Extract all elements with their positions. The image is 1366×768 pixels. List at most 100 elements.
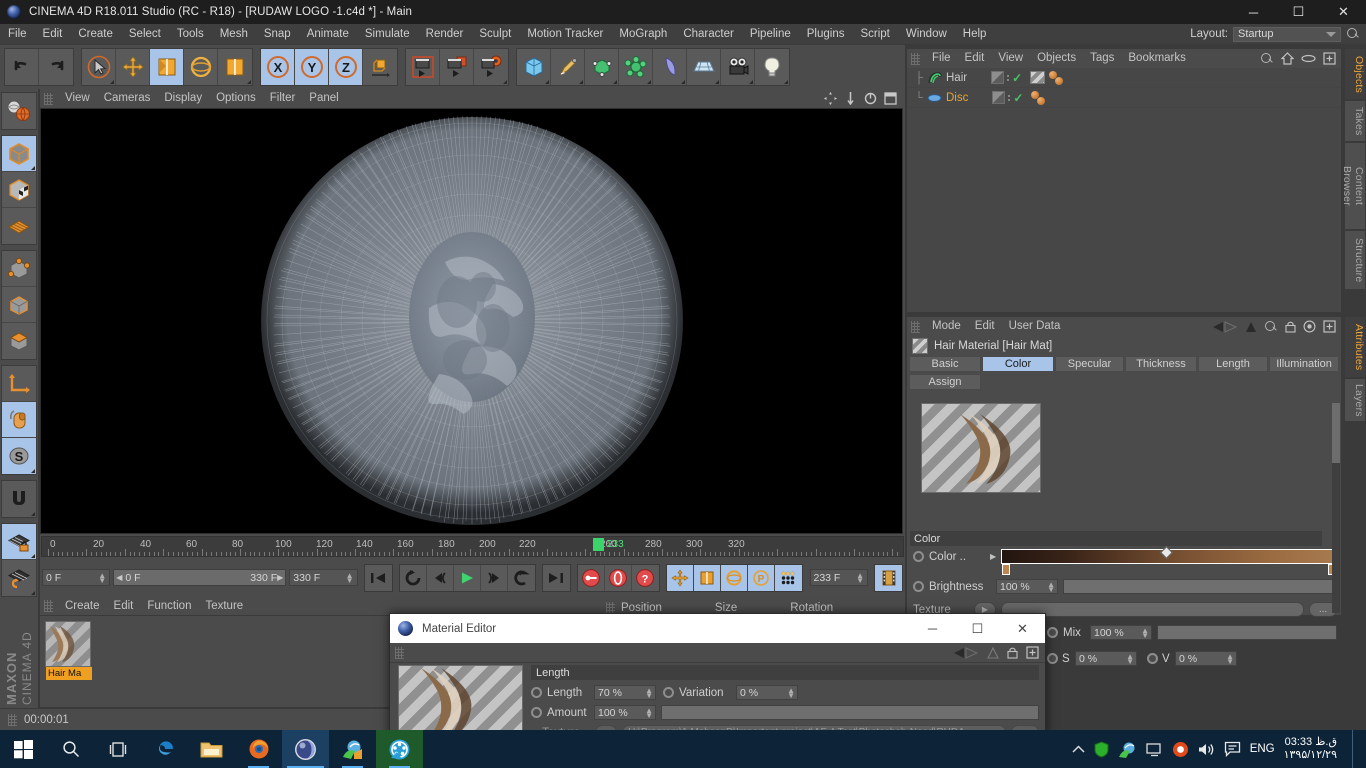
shield-tray-icon[interactable] xyxy=(1094,740,1109,758)
length-param-radio[interactable] xyxy=(531,687,542,698)
record-keyframe-button[interactable] xyxy=(577,564,605,591)
recording-tray-icon[interactable] xyxy=(1172,741,1189,758)
menu-item-pipeline[interactable]: Pipeline xyxy=(742,24,799,44)
v-param-radio[interactable] xyxy=(1147,653,1158,664)
material-editor-close-button[interactable]: ✕ xyxy=(1000,614,1045,643)
tab-color[interactable]: Color xyxy=(982,356,1054,372)
window-close-button[interactable]: ✕ xyxy=(1321,0,1366,24)
workplane-mode-button[interactable] xyxy=(2,208,36,244)
panel-grip-icon[interactable] xyxy=(395,646,404,659)
play-backwards-loop-button[interactable] xyxy=(399,564,427,591)
mix-slider[interactable] xyxy=(1157,625,1337,640)
snap-magnet-button[interactable] xyxy=(2,481,36,517)
ellipse-icon[interactable] xyxy=(1301,53,1316,64)
material-menu-create[interactable]: Create xyxy=(58,597,107,615)
expand-arrow-icon[interactable]: ▶ xyxy=(990,552,996,561)
gradient-knob[interactable] xyxy=(1160,546,1174,559)
lock-z-axis-button[interactable]: Z xyxy=(329,49,363,85)
menu-item-animate[interactable]: Animate xyxy=(299,24,357,44)
target-icon[interactable] xyxy=(1303,320,1316,333)
add-spline-pen-button[interactable] xyxy=(551,49,585,85)
menu-item-plugins[interactable]: Plugins xyxy=(799,24,853,44)
show-desktop-button[interactable] xyxy=(1352,730,1359,768)
tab-length[interactable]: Length xyxy=(1198,356,1268,372)
object-row-disc[interactable]: └ Disc ✓ xyxy=(907,88,1341,108)
menu-item-mograph[interactable]: MoGraph xyxy=(611,24,675,44)
firefox-button[interactable] xyxy=(235,730,282,768)
panel-grip-icon[interactable] xyxy=(911,320,920,333)
world-object-coordinate-button[interactable] xyxy=(363,49,397,85)
attributes-menu-edit[interactable]: Edit xyxy=(968,317,1002,336)
search-icon[interactable] xyxy=(1264,320,1278,334)
material-tag-icon[interactable] xyxy=(1030,71,1046,84)
viewport-menu-panel[interactable]: Panel xyxy=(302,89,345,108)
play-button[interactable] xyxy=(453,564,481,591)
zoom-view-icon[interactable] xyxy=(844,92,857,105)
amount-value-field[interactable]: 100 % ▲ ▼ xyxy=(594,705,656,720)
network-tray-icon[interactable] xyxy=(1146,742,1163,757)
add-generator-button[interactable] xyxy=(585,49,619,85)
panel-grip-icon[interactable] xyxy=(44,600,53,612)
autokeying-button[interactable] xyxy=(604,564,632,591)
lock-icon[interactable] xyxy=(1007,646,1018,659)
range-right-arrow-icon[interactable]: ▶ xyxy=(277,573,283,582)
object-menu-view[interactable]: View xyxy=(991,49,1030,68)
key-position-button[interactable] xyxy=(666,564,694,591)
s-param-radio[interactable] xyxy=(1047,653,1058,664)
navigate-back-icon[interactable] xyxy=(953,646,979,659)
go-to-start-button[interactable] xyxy=(364,564,392,591)
range-left-arrow-icon[interactable]: ◀ xyxy=(116,573,122,582)
brightness-slider[interactable] xyxy=(1063,579,1337,594)
add-light-button[interactable] xyxy=(755,49,789,85)
tab-assign[interactable]: Assign xyxy=(909,374,981,390)
texture-path-field[interactable] xyxy=(1001,602,1304,617)
viewport-canvas[interactable] xyxy=(40,108,903,534)
taskbar-clock[interactable]: 03:33 ق.ظ ۱۳۹۵/۱۲/۲۹ xyxy=(1284,736,1343,762)
dock-tab-attributes[interactable]: Attributes xyxy=(1344,316,1366,378)
model-mode-button[interactable] xyxy=(2,136,36,172)
navigate-back-icon[interactable] xyxy=(1212,320,1238,333)
polygons-mode-button[interactable] xyxy=(2,323,36,359)
make-editable-button[interactable] xyxy=(2,93,36,129)
material-editor-minimize-button[interactable]: ─ xyxy=(910,614,955,643)
menu-item-motion-tracker[interactable]: Motion Tracker xyxy=(519,24,611,44)
spinner-icon[interactable]: ▲ ▼ xyxy=(1141,627,1149,640)
spinner-icon[interactable]: ▲ ▼ xyxy=(1047,581,1055,594)
menu-item-help[interactable]: Help xyxy=(955,24,995,44)
timeline-filmstrip-button[interactable] xyxy=(875,564,902,591)
viewport-menu-display[interactable]: Display xyxy=(157,89,209,108)
enable-check-icon[interactable]: ✓ xyxy=(1013,91,1023,105)
menu-item-simulate[interactable]: Simulate xyxy=(357,24,418,44)
hair-tags-icon[interactable] xyxy=(1049,70,1071,85)
object-menu-bookmarks[interactable]: Bookmarks xyxy=(1121,49,1193,68)
spinner-icon[interactable]: ▲ ▼ xyxy=(1126,653,1134,666)
viewport-menu-view[interactable]: View xyxy=(58,89,97,108)
menu-item-file[interactable]: File xyxy=(0,24,35,44)
texture-mode-button[interactable] xyxy=(2,172,36,208)
points-mode-button[interactable] xyxy=(2,251,36,287)
spinner-icon[interactable]: ▲ ▼ xyxy=(346,572,354,585)
add-camera-button[interactable] xyxy=(721,49,755,85)
render-region-button[interactable] xyxy=(440,49,474,85)
panel-grip-icon[interactable] xyxy=(606,601,615,614)
start-button[interactable] xyxy=(0,730,47,768)
material-menu-texture[interactable]: Texture xyxy=(198,597,250,615)
edge-browser-button[interactable] xyxy=(141,730,188,768)
timeline-start-field[interactable]: 0 F ▲ ▼ xyxy=(42,569,111,586)
menu-item-edit[interactable]: Edit xyxy=(35,24,71,44)
timeline-end-field[interactable]: 330 F ▲ ▼ xyxy=(289,569,358,586)
dock-tab-takes[interactable]: Takes xyxy=(1344,100,1366,142)
dock-tab-content-browser[interactable]: Content Browser xyxy=(1341,142,1366,230)
color-param-radio[interactable] xyxy=(913,551,924,562)
add-floor-button[interactable] xyxy=(687,49,721,85)
key-scale-button[interactable] xyxy=(693,564,721,591)
dock-tab-structure[interactable]: Structure xyxy=(1344,230,1366,290)
s-value-field[interactable]: 0 % ▲ ▼ xyxy=(1075,651,1137,666)
dock-tab-objects[interactable]: Objects xyxy=(1344,48,1366,100)
key-rotation-button[interactable] xyxy=(720,564,748,591)
gradient-stop-left[interactable] xyxy=(1002,564,1011,575)
length-value-field[interactable]: 70 % ▲ ▼ xyxy=(594,685,656,700)
viewport-menu-options[interactable]: Options xyxy=(209,89,263,108)
search-icon[interactable] xyxy=(1346,27,1360,41)
align-workplane-button[interactable] xyxy=(2,560,36,596)
